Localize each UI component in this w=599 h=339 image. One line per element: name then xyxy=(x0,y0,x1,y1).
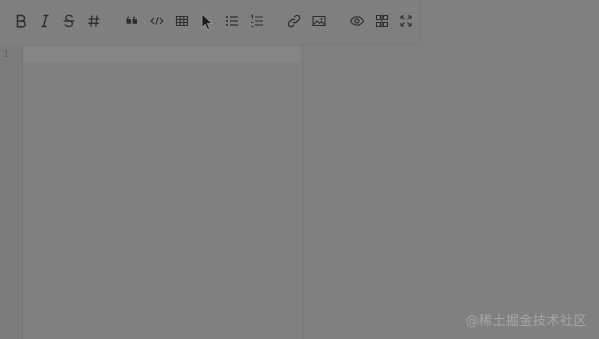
bold-button[interactable] xyxy=(10,10,32,32)
quote-button[interactable] xyxy=(121,10,143,32)
heading-icon xyxy=(88,15,100,27)
line-number-gutter: 1 xyxy=(0,44,23,339)
mouse-cursor-icon xyxy=(201,13,213,31)
code-button[interactable] xyxy=(146,10,168,32)
link-icon xyxy=(287,14,301,28)
numbered-list-icon xyxy=(251,14,263,28)
heading-button[interactable] xyxy=(83,10,105,32)
numbered-list-button[interactable] xyxy=(246,10,268,32)
fullscreen-button[interactable] xyxy=(395,10,417,32)
fullscreen-icon xyxy=(400,15,412,27)
active-line-highlight[interactable] xyxy=(23,47,302,62)
italic-icon xyxy=(41,14,49,28)
strikethrough-icon xyxy=(63,14,75,28)
bold-icon xyxy=(16,14,26,28)
editor-toolbar xyxy=(0,0,421,45)
preview-eye-icon xyxy=(349,16,365,26)
link-button[interactable] xyxy=(283,10,305,32)
italic-button[interactable] xyxy=(34,10,56,32)
preview-button[interactable] xyxy=(346,10,368,32)
image-icon xyxy=(312,15,326,27)
quote-icon xyxy=(126,16,137,24)
markdown-preview-pane xyxy=(303,44,599,339)
strikethrough-button[interactable] xyxy=(58,10,80,32)
code-icon xyxy=(150,17,164,25)
split-view-icon xyxy=(375,14,389,28)
watermark-text: @稀土掘金技术社区 xyxy=(465,314,587,329)
image-button[interactable] xyxy=(308,10,330,32)
line-number: 1 xyxy=(3,49,10,60)
markdown-editor-page: 1 @稀土掘金技术社区 xyxy=(0,0,599,339)
split-view-button[interactable] xyxy=(371,10,393,32)
bulleted-list-icon xyxy=(226,16,238,26)
markdown-input-pane[interactable]: 1 xyxy=(0,44,303,339)
bulleted-list-button[interactable] xyxy=(221,10,243,32)
table-icon xyxy=(175,15,189,27)
table-button[interactable] xyxy=(171,10,193,32)
